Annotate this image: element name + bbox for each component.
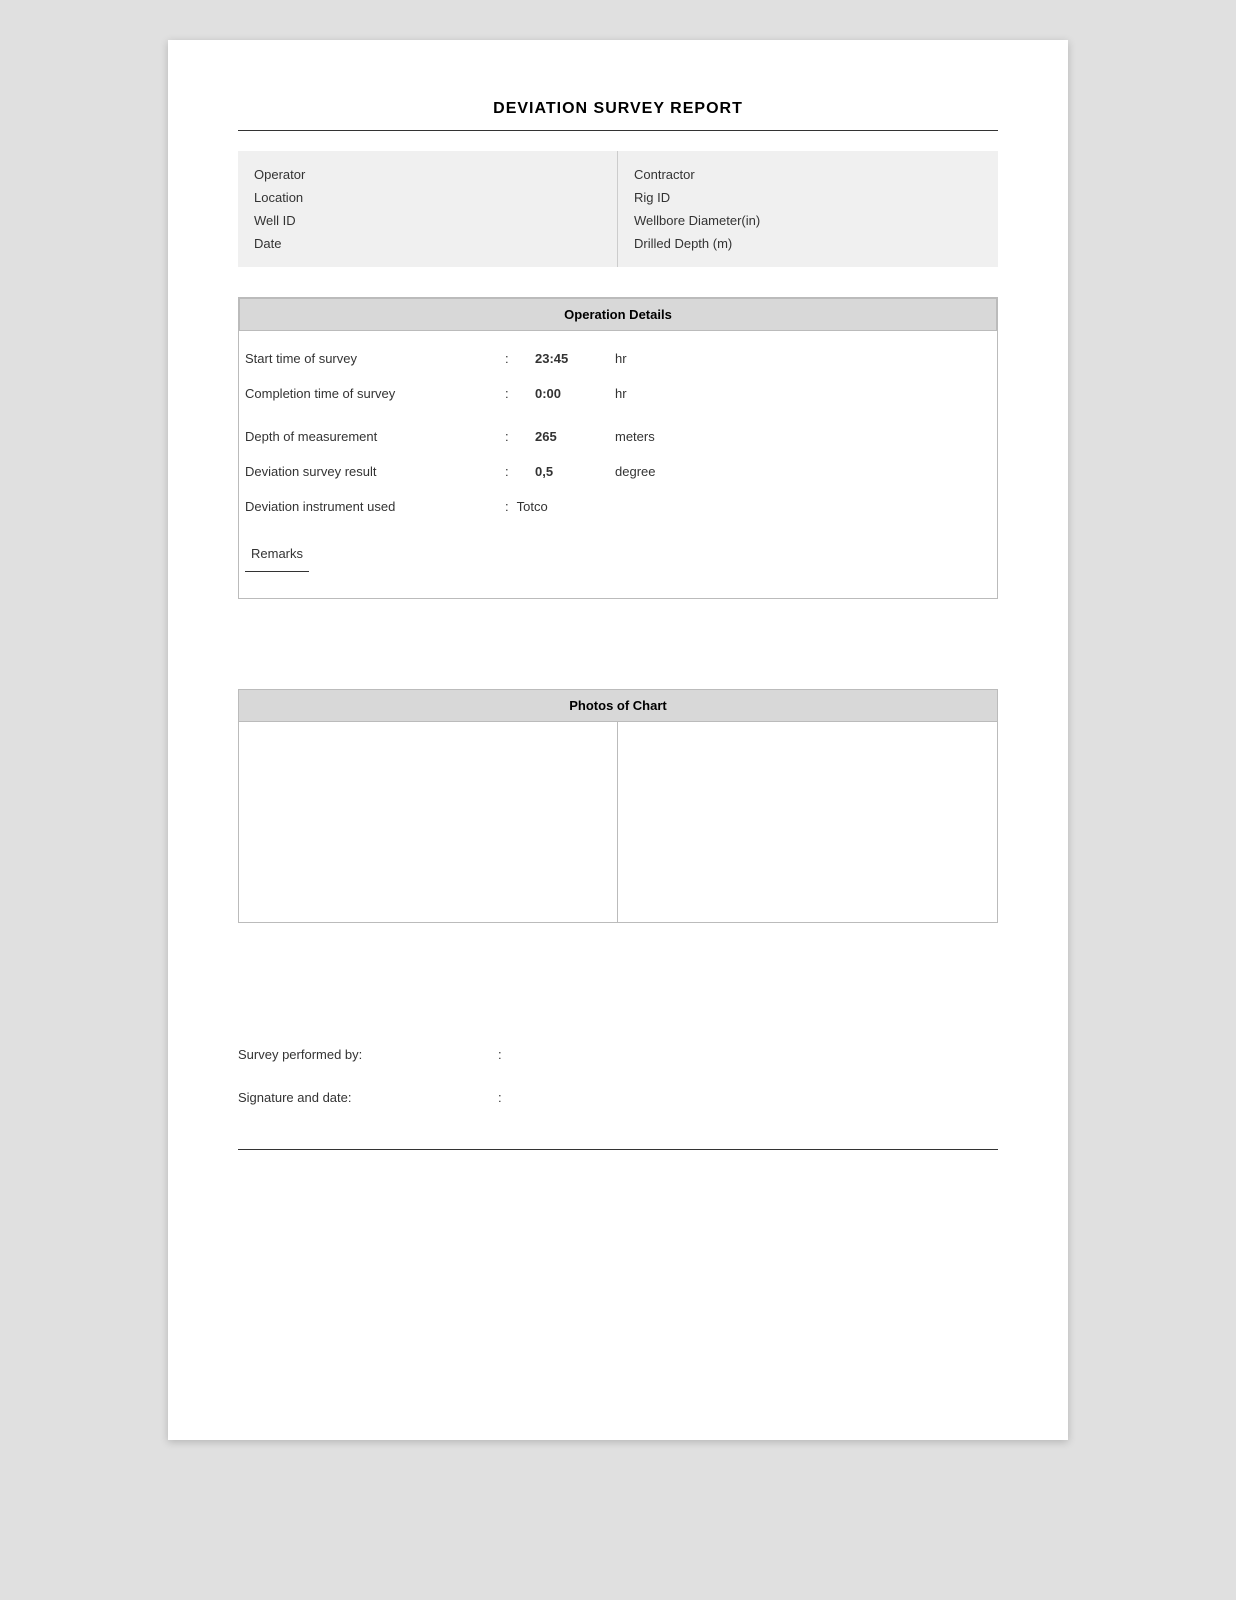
page: DEVIATION SURVEY REPORT Operator Locatio… [168, 40, 1068, 1440]
instrument-label: Deviation instrument used [245, 499, 505, 514]
photos-header: Photos of Chart [238, 689, 998, 722]
date-row: Date [254, 232, 601, 255]
photo-cell-right [618, 722, 997, 922]
date-label: Date [254, 236, 281, 251]
wellbore-diameter-row: Wellbore Diameter(in) [634, 209, 982, 232]
completion-time-row: Completion time of survey : 0:00 hr [239, 376, 997, 411]
depth-measurement-row: Depth of measurement : 265 meters [239, 419, 997, 454]
location-label: Location [254, 190, 303, 205]
title-divider [238, 130, 998, 131]
signature-section: Survey performed by: : Signature and dat… [238, 1023, 998, 1129]
start-time-colon: : [505, 351, 535, 366]
instrument-row: Deviation instrument used : Totco [239, 489, 997, 524]
photos-body [238, 722, 998, 923]
well-id-label: Well ID [254, 213, 296, 228]
deviation-survey-result-row: Deviation survey result : 0,5 degree [239, 454, 997, 489]
rig-id-row: Rig ID [634, 186, 982, 209]
start-time-value: 23:45 [535, 351, 615, 366]
spacer-3 [238, 963, 998, 1003]
remarks-section: Remarks [239, 524, 997, 588]
signature-date-row: Signature and date: : [238, 1076, 998, 1119]
operation-details-header: Operation Details [239, 298, 997, 331]
completion-time-colon: : [505, 386, 535, 401]
survey-performed-label: Survey performed by: [238, 1047, 498, 1062]
signature-date-colon: : [498, 1090, 528, 1105]
bottom-divider [238, 1149, 998, 1150]
contractor-row: Contractor [634, 163, 982, 186]
deviation-survey-result-value: 0,5 [535, 464, 615, 479]
photos-section: Photos of Chart [238, 689, 998, 923]
page-title: DEVIATION SURVEY REPORT [238, 100, 998, 118]
depth-measurement-value: 265 [535, 429, 615, 444]
wellbore-diameter-label: Wellbore Diameter(in) [634, 213, 760, 228]
survey-performed-colon: : [498, 1047, 528, 1062]
remarks-label: Remarks [245, 536, 309, 572]
deviation-survey-result-unit: degree [615, 464, 655, 479]
info-right-panel: Contractor Rig ID Wellbore Diameter(in) … [618, 151, 998, 267]
operation-details-section: Operation Details Start time of survey :… [238, 297, 998, 599]
info-left-panel: Operator Location Well ID Date [238, 151, 618, 267]
instrument-colon: : [505, 499, 509, 514]
completion-time-label: Completion time of survey [245, 386, 505, 401]
signature-date-label: Signature and date: [238, 1090, 498, 1105]
contractor-label: Contractor [634, 167, 695, 182]
rig-id-label: Rig ID [634, 190, 670, 205]
spacer-2 [238, 649, 998, 689]
location-row: Location [254, 186, 601, 209]
start-time-label: Start time of survey [245, 351, 505, 366]
completion-time-unit: hr [615, 386, 627, 401]
instrument-value: Totco [517, 499, 548, 514]
info-grid: Operator Location Well ID Date Contracto… [238, 151, 998, 267]
drilled-depth-label: Drilled Depth (m) [634, 236, 732, 251]
drilled-depth-row: Drilled Depth (m) [634, 232, 982, 255]
completion-time-value: 0:00 [535, 386, 615, 401]
operator-label: Operator [254, 167, 305, 182]
deviation-survey-result-colon: : [505, 464, 535, 479]
depth-measurement-unit: meters [615, 429, 655, 444]
well-id-row: Well ID [254, 209, 601, 232]
spacer-1 [238, 609, 998, 649]
ops-body: Start time of survey : 23:45 hr Completi… [239, 331, 997, 598]
depth-measurement-label: Depth of measurement [245, 429, 505, 444]
depth-measurement-colon: : [505, 429, 535, 444]
deviation-survey-result-label: Deviation survey result [245, 464, 505, 479]
start-time-row: Start time of survey : 23:45 hr [239, 341, 997, 376]
start-time-unit: hr [615, 351, 627, 366]
operator-row: Operator [254, 163, 601, 186]
survey-performed-row: Survey performed by: : [238, 1033, 998, 1076]
photo-cell-left [239, 722, 618, 922]
